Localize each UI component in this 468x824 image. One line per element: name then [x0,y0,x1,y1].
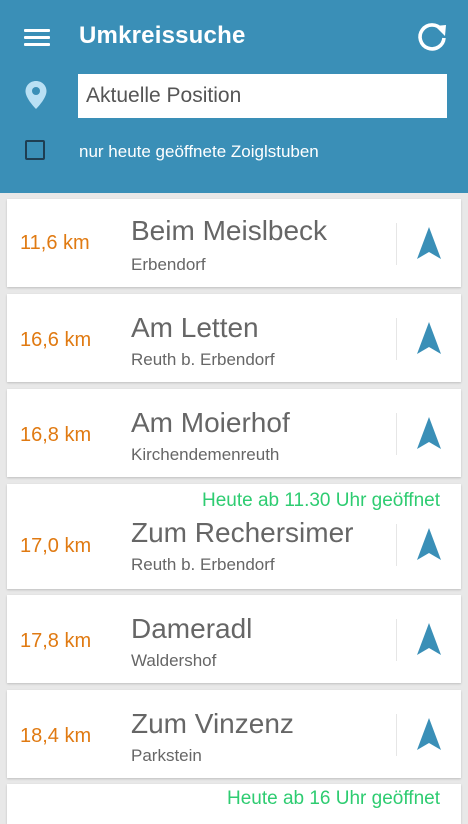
distance-label: 11,6 km [20,232,90,254]
location-name: Zum Vinzenz [131,708,294,739]
divider [396,223,397,265]
list-item[interactable]: Heute ab 11.30 Uhr geöffnet 17,0 km Zum … [7,484,461,589]
opening-note: Heute ab 11.30 Uhr geöffnet [201,490,440,511]
list-item[interactable]: 16,8 km Am Moierhof Kirchendemenreuth [7,389,461,477]
distance-label: 18,4 km [20,725,92,747]
location-name: Dameradl [131,613,253,644]
navigation-arrow-icon[interactable] [416,321,442,355]
location-name: Zum Rechersimer [131,517,354,548]
location-name: Am Letten [131,312,259,343]
distance-label: 17,8 km [20,630,92,652]
location-place: Reuth b. Erbendorf [131,350,275,369]
distance-label: 16,6 km [20,329,92,351]
search-input[interactable] [78,74,447,118]
location-place: Kirchendemenreuth [131,445,280,464]
opening-note: Heute ab 16 Uhr geöffnet [226,788,440,809]
list-item[interactable]: 11,6 km Beim Meislbeck Erbendorf [7,199,461,287]
menu-icon[interactable] [24,28,50,48]
location-place: Reuth b. Erbendorf [131,555,275,574]
divider [396,413,397,455]
divider [396,524,397,566]
list-item[interactable]: 18,4 km Zum Vinzenz Parkstein [7,690,461,778]
refresh-icon[interactable] [415,21,449,55]
app-header: Umkreissuche nur heute geöffnete Zoiglst… [0,0,468,193]
location-place: Parkstein [131,746,202,765]
list-item[interactable]: 16,6 km Am Letten Reuth b. Erbendorf [7,294,461,382]
distance-label: 17,0 km [20,535,92,557]
page-title: Umkreissuche [79,22,246,49]
navigation-arrow-icon[interactable] [416,622,442,656]
list-item[interactable]: Heute ab 16 Uhr geöffnet [7,784,461,824]
location-place: Erbendorf [131,255,206,274]
navigation-arrow-icon[interactable] [416,717,442,751]
divider [396,318,397,360]
navigation-arrow-icon[interactable] [416,416,442,450]
open-today-label: nur heute geöffnete Zoiglstuben [79,142,319,161]
navigation-arrow-icon[interactable] [416,226,442,260]
location-place: Waldershof [131,651,217,670]
distance-label: 16,8 km [20,424,92,446]
navigation-arrow-icon[interactable] [416,527,442,561]
divider [396,619,397,661]
open-today-checkbox[interactable] [25,140,45,160]
location-name: Am Moierhof [131,407,290,438]
location-pin-icon [25,81,47,109]
list-item[interactable]: 17,8 km Dameradl Waldershof [7,595,461,683]
divider [396,714,397,756]
location-name: Beim Meislbeck [131,215,328,246]
